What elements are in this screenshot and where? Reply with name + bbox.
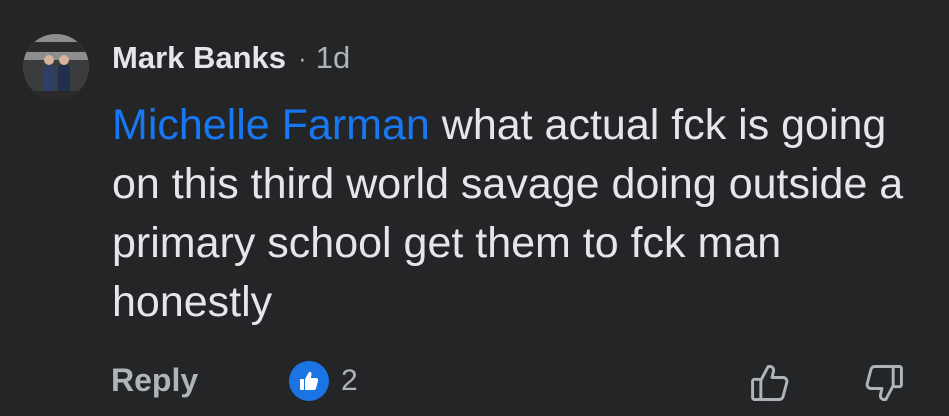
reply-button[interactable]: Reply [111,362,198,399]
dot-separator: · [298,42,307,73]
reaction-summary[interactable]: 2 [289,361,358,401]
comment-body: Michelle Farman what actual fck is going… [112,96,912,332]
avatar-image [23,34,89,100]
comment: Mark Banks · 1d Michelle Farman what act… [0,0,949,416]
reaction-count: 2 [341,364,358,397]
avatar[interactable] [23,34,89,100]
comment-header: Mark Banks · 1d [112,38,350,78]
thumbs-up-outline-icon[interactable] [748,361,792,405]
timestamp[interactable]: 1d [316,40,350,76]
thumbs-down-outline-icon[interactable] [862,361,906,405]
comment-actions: Reply 2 [0,352,949,408]
mention-link[interactable]: Michelle Farman [112,101,430,149]
author-name[interactable]: Mark Banks [112,40,286,76]
like-icon [289,361,329,401]
